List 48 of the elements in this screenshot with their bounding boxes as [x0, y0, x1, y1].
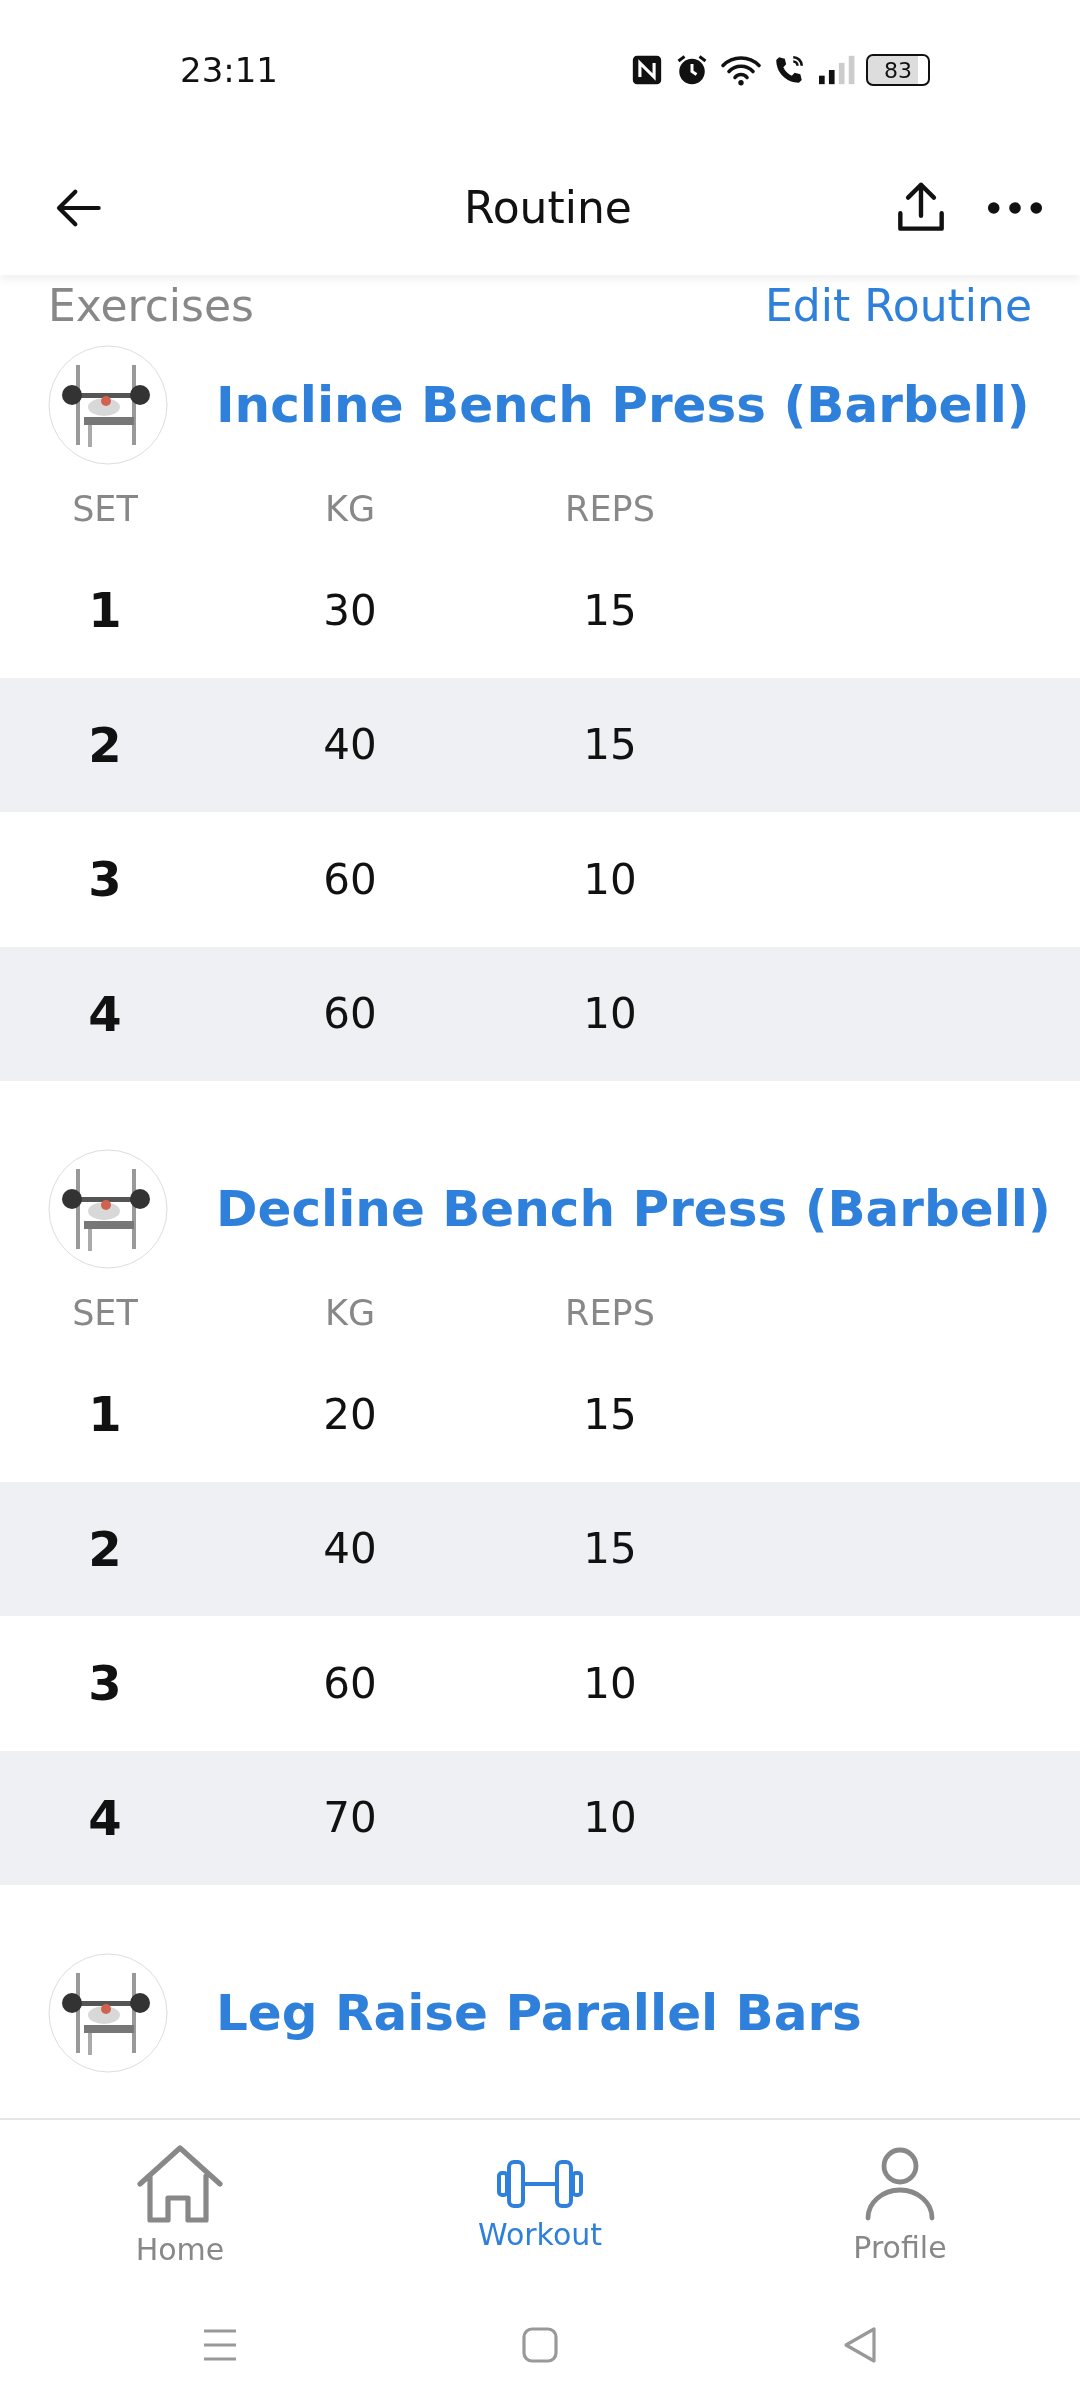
section-title: Exercises [48, 279, 254, 331]
edit-routine-link[interactable]: Edit Routine [764, 279, 1032, 331]
set-number: 4 [87, 985, 123, 1042]
column-header: SET [71, 489, 139, 529]
wifi-icon [720, 53, 762, 87]
reps-value: 10 [582, 1658, 638, 1708]
reps-value: 10 [582, 854, 638, 904]
dumbbell-icon [497, 2158, 583, 2209]
set-number: 2 [87, 1520, 123, 1577]
header-title: Routine [464, 182, 632, 233]
nfc-icon [630, 53, 664, 87]
weight-value: 20 [322, 1389, 378, 1439]
weight-value: 70 [322, 1793, 378, 1843]
weight-value: 60 [322, 989, 378, 1039]
column-header: KG [323, 489, 377, 529]
weight-value: 60 [322, 1658, 378, 1708]
exercise-title[interactable]: Decline Bench Press (Barbell) [216, 1180, 1051, 1238]
status-time: 23:11 [180, 50, 278, 90]
set-number: 1 [87, 1386, 123, 1443]
column-header: REPS [564, 489, 656, 529]
weight-value: 60 [322, 854, 378, 904]
weight-value: 30 [322, 585, 378, 635]
square-icon[interactable] [520, 2325, 560, 2365]
set-number: 4 [87, 1789, 123, 1846]
set-number: 3 [87, 851, 123, 908]
column-header: REPS [564, 1293, 656, 1333]
nav-tab[interactable]: Profile [720, 2120, 1080, 2290]
home-icon [136, 2143, 224, 2224]
reps-value: 15 [582, 1389, 638, 1439]
nav-tab[interactable]: Home [0, 2120, 360, 2290]
weight-value: 40 [322, 720, 378, 770]
column-header: KG [323, 1293, 377, 1333]
reps-value: 15 [582, 1524, 638, 1574]
weight-value: 40 [322, 1524, 378, 1574]
reps-value: 10 [582, 1793, 638, 1843]
reps-value: 15 [582, 720, 638, 770]
reps-value: 10 [582, 989, 638, 1039]
set-number: 2 [87, 716, 123, 773]
set-number: 3 [87, 1655, 123, 1712]
exercise-title[interactable]: Leg Raise Parallel Bars [216, 1984, 862, 2042]
nav-tab[interactable]: Workout [360, 2120, 720, 2290]
battery-icon: 83 [866, 54, 930, 86]
column-header: SET [71, 1293, 139, 1333]
person-icon [864, 2145, 936, 2222]
set-number: 1 [87, 582, 123, 639]
signal-icon [816, 53, 856, 87]
exercise-title[interactable]: Incline Bench Press (Barbell) [216, 376, 1030, 434]
reps-value: 15 [582, 585, 638, 635]
